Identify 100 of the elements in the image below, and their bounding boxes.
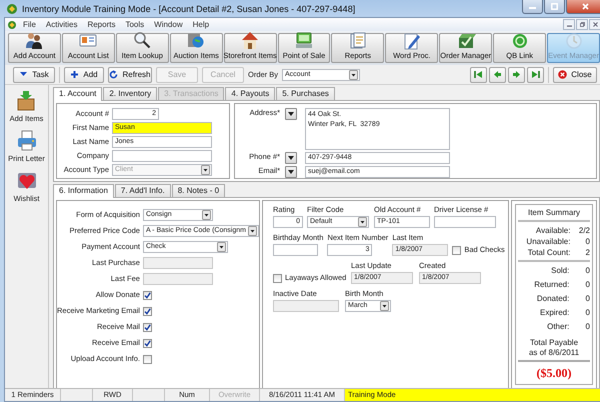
people-icon [24, 31, 44, 50]
checkbox[interactable] [273, 274, 282, 282]
checkbox[interactable] [452, 246, 462, 254]
maximize-button[interactable] [544, 0, 565, 14]
monitor-icon [294, 31, 314, 50]
close-icon [592, 22, 598, 27]
summary-label: Sold: [550, 266, 570, 275]
summary-value: 2 [584, 248, 590, 257]
tab[interactable]: 1. Account [53, 87, 102, 101]
summary-label: Unavailable: [525, 237, 570, 246]
toolbar-button[interactable]: Refresh [108, 66, 152, 82]
caret-icon [288, 170, 294, 174]
read-only-field [142, 273, 213, 285]
check-icon [144, 340, 151, 346]
summary-label: Other: [546, 322, 570, 331]
skip-left-icon [474, 70, 483, 79]
text-field[interactable] [112, 150, 212, 162]
caret-icon [288, 112, 294, 116]
menu-item[interactable]: Activities [42, 20, 82, 29]
tab[interactable]: 6. Information [53, 184, 114, 198]
tab[interactable]: 8. Notes - 0 [172, 184, 226, 197]
clock-icon [564, 31, 584, 50]
arrow-left-icon [493, 70, 502, 79]
summary-label: Expired: [538, 308, 570, 317]
text-field[interactable] [434, 216, 496, 228]
arrow-right-icon [512, 70, 521, 79]
menu-item[interactable]: Tools [121, 20, 148, 29]
text-field[interactable] [273, 244, 318, 256]
dropdown-button[interactable] [285, 152, 297, 164]
summary-value: 2/2 [578, 226, 590, 235]
read-only-field [273, 300, 339, 312]
dropdown-button[interactable] [285, 166, 297, 178]
caret-icon [202, 210, 211, 220]
tab[interactable]: 2. Inventory [103, 87, 158, 100]
menu-item[interactable]: File [19, 20, 40, 29]
checkbox[interactable] [142, 338, 152, 348]
dropdown-button[interactable] [285, 108, 297, 120]
summary-value: 0 [584, 322, 590, 331]
refresh-icon [109, 70, 118, 79]
app-logo-icon [6, 2, 18, 14]
caret-icon [248, 226, 257, 236]
magnifier-icon [132, 31, 152, 50]
tab[interactable]: 4. Payouts [225, 87, 276, 100]
window-title: Inventory Module Training Mode - [Account Detail #2, Susan Jones - 407-297-9448] [22, 4, 356, 14]
checkbox[interactable] [142, 306, 152, 316]
summary-value: 0 [584, 308, 590, 317]
summary-value: 0 [584, 237, 590, 246]
first-button[interactable] [470, 66, 487, 82]
globe-icon [186, 31, 206, 50]
summary-value: 0 [584, 280, 590, 289]
skip-right-icon [531, 70, 540, 79]
summary-title: Item Summary [518, 208, 590, 222]
caret-icon [358, 217, 367, 227]
caret-icon [380, 301, 389, 311]
total-amount: ($5.00) [536, 366, 572, 381]
menu-item[interactable]: Reports [83, 20, 120, 29]
total-label: Total Payable as of 8/6/2011 [518, 338, 590, 362]
pen-icon [402, 31, 422, 50]
close-button[interactable]: Close [553, 66, 597, 82]
plus-icon [70, 70, 80, 79]
last-button[interactable] [527, 66, 544, 82]
caret-icon [216, 242, 226, 252]
app-logo-icon [7, 20, 17, 30]
close-icon [582, 3, 588, 10]
caret-icon [349, 70, 358, 80]
summary-label: Total Count: [526, 248, 570, 257]
document-icon [348, 31, 368, 50]
close-button[interactable] [566, 0, 600, 14]
check-icon [144, 324, 151, 330]
tab[interactable]: 7. Add'l Info. [114, 184, 171, 197]
read-only-field [142, 257, 213, 269]
check-icon [144, 308, 151, 314]
summary-value: 0 [584, 294, 590, 303]
summary-label: Available: [534, 226, 570, 235]
minimize-button[interactable] [563, 19, 575, 30]
restore-button[interactable] [576, 19, 588, 30]
toolbar-button[interactable]: Task [13, 66, 55, 82]
maximize-icon [551, 3, 558, 10]
summary-label: Returned: [533, 280, 570, 289]
next-button[interactable] [508, 66, 525, 82]
house-icon [240, 31, 260, 50]
menu-item[interactable]: Window [150, 20, 187, 29]
summary-value: 0 [584, 266, 590, 275]
summary-label: Donated: [536, 294, 570, 303]
minimize-button[interactable] [522, 0, 543, 14]
close-icon [558, 70, 568, 79]
previous-button[interactable] [489, 66, 506, 82]
tab[interactable]: 5. Purchases [276, 87, 335, 100]
checkbox[interactable] [142, 290, 152, 300]
box-icon [15, 90, 38, 111]
checkbox[interactable] [142, 354, 152, 364]
check-icon [144, 292, 151, 298]
caret-icon [201, 165, 210, 175]
toolbar-button[interactable]: Add [64, 66, 104, 82]
menu-item[interactable]: Help [188, 20, 214, 29]
printer-icon [16, 130, 38, 151]
close-button[interactable] [589, 19, 600, 30]
caret-icon [288, 156, 294, 160]
restore-icon [580, 22, 584, 27]
checkbox[interactable] [142, 322, 152, 332]
